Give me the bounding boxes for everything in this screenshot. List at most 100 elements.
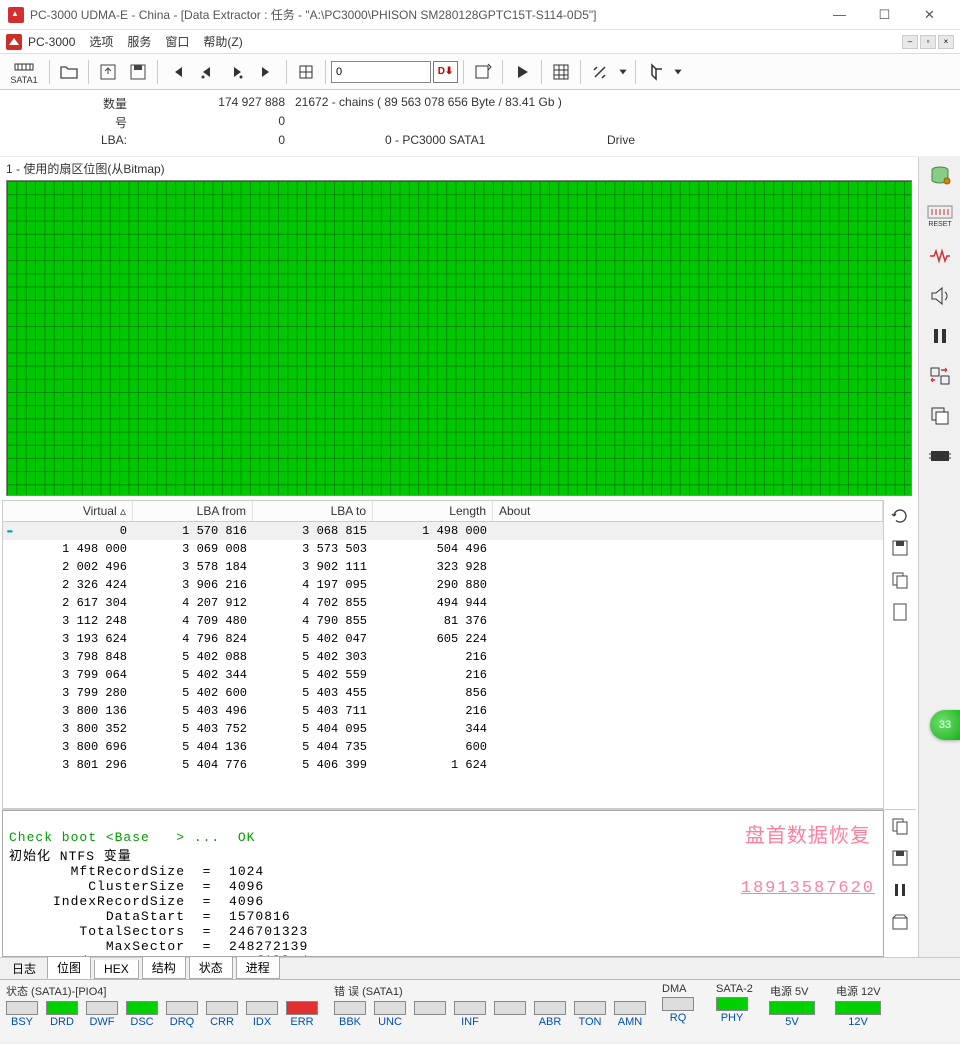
led-inf: INF xyxy=(452,1001,488,1028)
led-phy: PHY xyxy=(714,997,750,1024)
table-row[interactable]: ➨ 0 1 570 816 3 068 815 1 498 000 xyxy=(3,522,883,540)
tab-hex[interactable]: HEX xyxy=(94,960,139,979)
reset-icon[interactable]: RESET xyxy=(926,203,954,229)
table-row[interactable]: 3 800 696 5 404 136 5 404 735 600 xyxy=(3,738,883,756)
menu-services[interactable]: 服务 xyxy=(127,33,151,50)
pc3000-logo-icon xyxy=(6,34,22,50)
window-title: PC-3000 UDMA-E - China - [Data Extractor… xyxy=(30,6,817,23)
minimize-button[interactable]: — xyxy=(817,1,862,29)
chains-table: Virtual ▵ LBA from LBA to Length About ➨… xyxy=(2,500,884,809)
menu-options[interactable]: 选项 xyxy=(89,33,113,50)
led-5v: 5V xyxy=(768,1001,816,1028)
led-dsc: DSC xyxy=(124,1001,160,1028)
tab-log[interactable]: 日志 xyxy=(4,958,44,979)
table-doc-icon[interactable] xyxy=(888,600,912,624)
table-row[interactable]: 1 498 000 3 069 008 3 573 503 504 496 xyxy=(3,540,883,558)
info-panel: 数量 174 927 888 21672 - chains ( 89 563 0… xyxy=(0,90,960,157)
sector-bitmap[interactable] xyxy=(6,180,912,496)
open-folder-button[interactable] xyxy=(55,58,83,86)
led-drq: DRQ xyxy=(164,1001,200,1028)
table-refresh-icon[interactable] xyxy=(888,504,912,528)
play-button[interactable] xyxy=(508,58,536,86)
swap-icon[interactable] xyxy=(926,363,954,389)
lba-label: LBA: xyxy=(0,133,135,147)
table-save-icon[interactable] xyxy=(888,536,912,560)
table-row[interactable]: 2 326 424 3 906 216 4 197 095 290 880 xyxy=(3,576,883,594)
col-length[interactable]: Length xyxy=(373,501,493,521)
table-row[interactable]: 3 799 280 5 402 600 5 403 455 856 xyxy=(3,684,883,702)
pause-icon[interactable] xyxy=(926,323,954,349)
speaker-icon[interactable] xyxy=(926,283,954,309)
tab-struct[interactable]: 结构 xyxy=(142,957,186,979)
exit-dropdown[interactable] xyxy=(671,58,685,86)
settings-dropdown[interactable] xyxy=(616,58,630,86)
grid-toggle-button[interactable] xyxy=(292,58,320,86)
status-footer: 状态 (SATA1)-[PIO4] BSYDRDDWFDSCDRQCRRIDXE… xyxy=(0,979,960,1041)
app-icon xyxy=(8,7,24,23)
table-row[interactable]: 3 800 352 5 403 752 5 404 095 344 xyxy=(3,720,883,738)
col-about[interactable]: About xyxy=(493,501,883,521)
col-lbafrom[interactable]: LBA from xyxy=(133,501,253,521)
led-idx: IDX xyxy=(244,1001,280,1028)
dx-indicator[interactable]: D⬇ xyxy=(433,61,458,83)
table-row[interactable]: 2 002 496 3 578 184 3 902 111 323 928 xyxy=(3,558,883,576)
matrix-button[interactable] xyxy=(547,58,575,86)
window-titlebar: PC-3000 UDMA-E - China - [Data Extractor… xyxy=(0,0,960,30)
led-ton: TON xyxy=(572,1001,608,1028)
led- xyxy=(492,1001,528,1028)
first-button[interactable] xyxy=(163,58,191,86)
col-lbato[interactable]: LBA to xyxy=(253,501,373,521)
led-err: ERR xyxy=(284,1001,320,1028)
table-copy-icon[interactable] xyxy=(888,568,912,592)
tab-status[interactable]: 状态 xyxy=(189,957,233,979)
tab-bitmap[interactable]: 位图 xyxy=(47,957,91,979)
settings-button[interactable] xyxy=(586,58,614,86)
sector-panel-label: 1 - 使用的扇区位图(从Bitmap) xyxy=(0,157,918,179)
last-button[interactable] xyxy=(253,58,281,86)
led-dwf: DWF xyxy=(84,1001,120,1028)
qty-value: 174 927 888 xyxy=(135,95,295,112)
table-row[interactable]: 3 112 248 4 709 480 4 790 855 81 376 xyxy=(3,612,883,630)
app-name: PC-3000 xyxy=(28,35,75,49)
log-copy-icon[interactable] xyxy=(888,814,912,838)
load-button[interactable] xyxy=(94,58,122,86)
prev-button[interactable] xyxy=(193,58,221,86)
log-save-icon[interactable] xyxy=(888,846,912,870)
table-row[interactable]: 2 617 304 4 207 912 4 702 855 494 944 xyxy=(3,594,883,612)
mdi-minimize-icon[interactable]: – xyxy=(902,35,918,49)
resistor-icon[interactable] xyxy=(926,243,954,269)
chip-icon[interactable] xyxy=(926,443,954,469)
log-clear-icon[interactable] xyxy=(888,910,912,934)
table-row[interactable]: 3 798 848 5 402 088 5 402 303 216 xyxy=(3,648,883,666)
sector-number-input[interactable] xyxy=(331,61,431,83)
num-value: 0 xyxy=(135,114,295,131)
save-button[interactable] xyxy=(124,58,152,86)
export-button[interactable] xyxy=(469,58,497,86)
mdi-restore-icon[interactable]: ▫ xyxy=(920,35,936,49)
tab-progress[interactable]: 进程 xyxy=(236,957,280,979)
led-12v: 12V xyxy=(834,1001,882,1028)
table-row[interactable]: 3 800 136 5 403 496 5 403 711 216 xyxy=(3,702,883,720)
notification-bubble[interactable]: 33 xyxy=(930,710,960,740)
mdi-close-icon[interactable]: × xyxy=(938,35,954,49)
maximize-button[interactable]: ☐ xyxy=(862,1,907,29)
close-button[interactable]: ✕ xyxy=(907,1,952,29)
log-pause-icon[interactable] xyxy=(888,878,912,902)
menu-help[interactable]: 帮助(Z) xyxy=(203,33,242,50)
copy-stack-icon[interactable] xyxy=(926,403,954,429)
dma-title: DMA xyxy=(660,983,708,997)
next-button[interactable] xyxy=(223,58,251,86)
table-row[interactable]: 3 799 064 5 402 344 5 402 559 216 xyxy=(3,666,883,684)
lba-value: 0 xyxy=(135,133,295,147)
exit-button[interactable] xyxy=(641,58,669,86)
cylinder-icon[interactable] xyxy=(926,163,954,189)
qty-label: 数量 xyxy=(0,95,135,112)
menu-window[interactable]: 窗口 xyxy=(165,33,189,50)
table-row[interactable]: 3 801 296 5 404 776 5 406 399 1 624 xyxy=(3,756,883,774)
p5v-title: 电源 5V xyxy=(768,983,828,1001)
svg-text:RESET: RESET xyxy=(928,221,952,227)
error-title: 错 误 (SATA1) xyxy=(332,983,648,1001)
col-virtual[interactable]: Virtual ▵ xyxy=(3,501,133,521)
table-row[interactable]: 3 193 624 4 796 824 5 402 047 605 224 xyxy=(3,630,883,648)
port-selector[interactable]: SATA1 xyxy=(4,58,44,86)
